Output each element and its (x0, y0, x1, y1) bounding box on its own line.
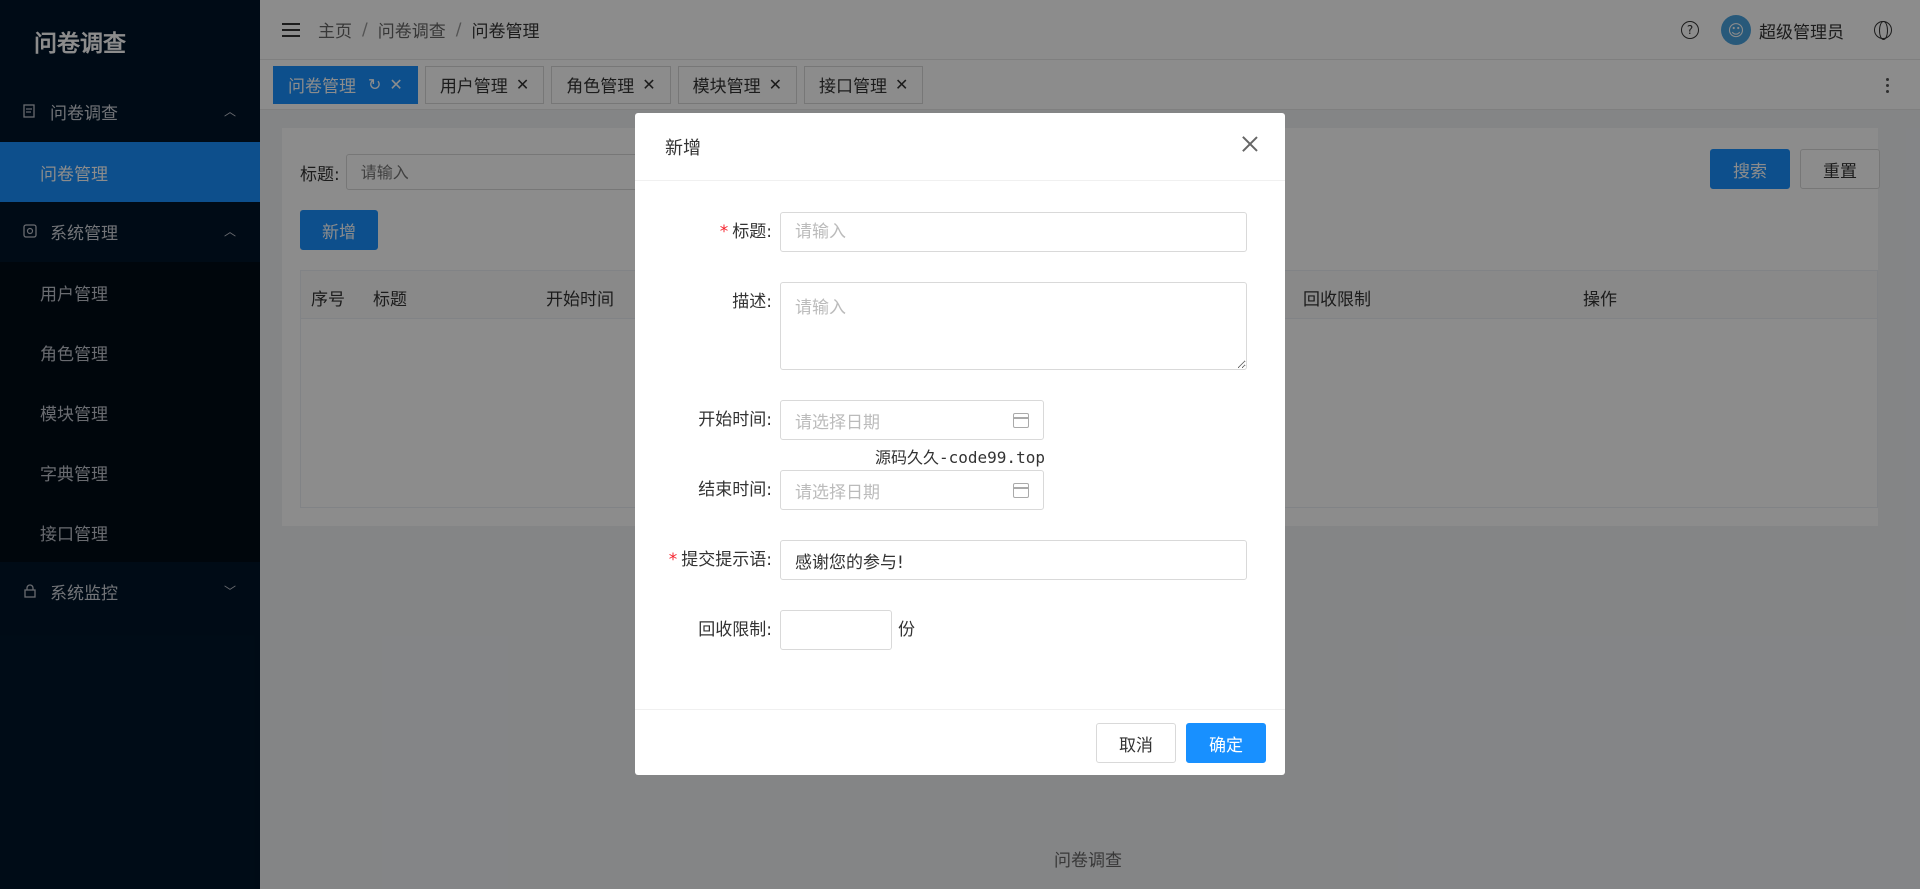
promo-text: 源码久久-code99.top (875, 448, 1045, 467)
start-date-picker[interactable]: 请选择日期 (780, 400, 1044, 440)
submit-tip-input[interactable] (780, 540, 1247, 580)
calendar-icon (1013, 413, 1029, 428)
field-label-text: 标题: (732, 222, 772, 242)
limit-unit: 份 (898, 620, 915, 640)
field-label: * 标题: (635, 212, 780, 252)
required-mark: * (719, 222, 729, 242)
dialog-footer: 取消 确定 (635, 709, 1285, 775)
form-row-end-date: 结束时间: 请选择日期 (635, 470, 1285, 510)
field-label: 结束时间: (698, 480, 772, 500)
dialog-title: 新增 (665, 137, 701, 159)
form-row-start-date: 开始时间: 请选择日期 (635, 400, 1285, 440)
limit-input[interactable] (780, 610, 892, 650)
description-textarea[interactable] (780, 282, 1247, 370)
form-row-description: 描述: (635, 282, 1285, 370)
form-row-submit-tip: * 提交提示语: (635, 540, 1285, 580)
field-label: * 提交提示语: (635, 540, 780, 580)
confirm-button[interactable]: 确定 (1186, 723, 1266, 763)
end-date-picker[interactable]: 请选择日期 (780, 470, 1044, 510)
required-mark: * (668, 550, 678, 570)
calendar-icon (1013, 483, 1029, 498)
field-label: 回收限制: (698, 620, 772, 640)
cancel-button[interactable]: 取消 (1096, 723, 1176, 763)
field-label: 描述: (732, 292, 772, 312)
date-placeholder: 请选择日期 (795, 482, 880, 503)
dialog-header: 新增 (635, 113, 1285, 181)
close-icon[interactable] (1239, 133, 1261, 155)
form-row-limit: 回收限制: 份 (635, 610, 1285, 650)
field-label-text: 提交提示语: (681, 550, 772, 570)
field-label: 开始时间: (698, 410, 772, 430)
date-placeholder: 请选择日期 (795, 412, 880, 433)
title-input[interactable] (780, 212, 1247, 252)
form-row-title: * 标题: (635, 212, 1285, 252)
